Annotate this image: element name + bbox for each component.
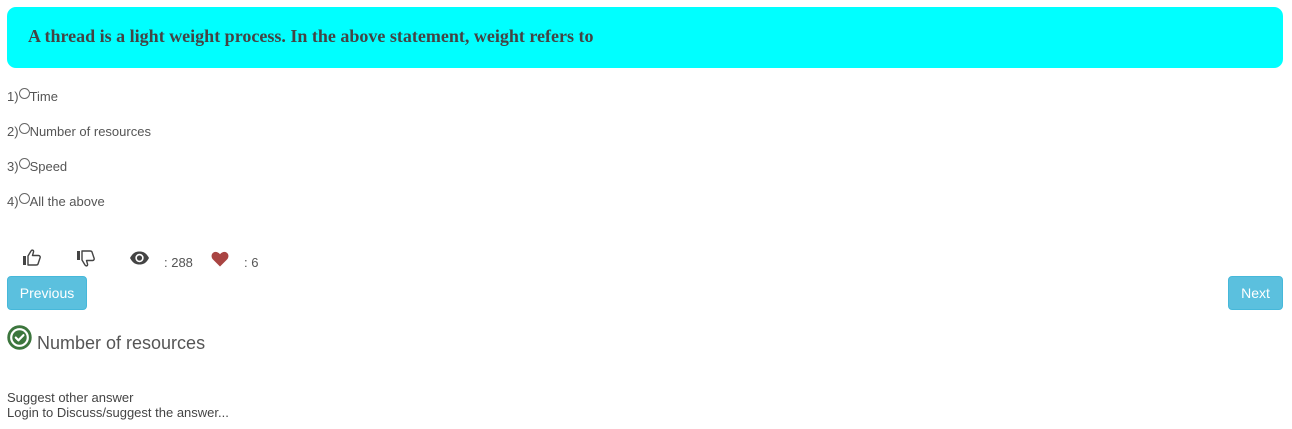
login-discuss-link[interactable]: Login to Discuss/suggest the answer... [7,405,229,420]
answer-text: Number of resources [37,332,206,353]
option-number: 2) [7,123,19,139]
heart-icon[interactable] [211,251,229,272]
suggest-answer-text: Suggest other answer [7,390,134,405]
option-radio[interactable] [18,192,30,204]
option-3[interactable]: 3) Speed [7,157,67,175]
option-4[interactable]: 4) All the above [7,192,105,210]
question-box: A thread is a light weight process. In t… [7,7,1283,68]
next-button[interactable]: Next [1228,276,1283,310]
views-count: : 288 [164,255,193,270]
option-number: 1) [7,88,19,104]
eye-icon [129,250,150,271]
option-radio[interactable] [18,87,30,99]
option-radio[interactable] [18,157,30,169]
check-circle-icon [7,325,32,355]
option-1[interactable]: 1) Time [7,87,58,105]
question-text: A thread is a light weight process. In t… [28,26,594,46]
thumbs-down-icon[interactable] [76,249,96,274]
option-2[interactable]: 2) Number of resources [7,122,151,140]
option-label: Number of resources [29,123,151,139]
option-number: 4) [7,193,19,209]
option-number: 3) [7,158,19,174]
likes-count: : 6 [244,255,259,270]
option-radio[interactable] [18,122,30,134]
option-label: All the above [29,193,105,209]
option-label: Speed [29,158,68,174]
correct-answer: Number of resources [7,325,205,355]
thumbs-up-icon[interactable] [22,248,42,273]
previous-button[interactable]: Previous [7,276,87,310]
option-label: Time [29,88,58,104]
